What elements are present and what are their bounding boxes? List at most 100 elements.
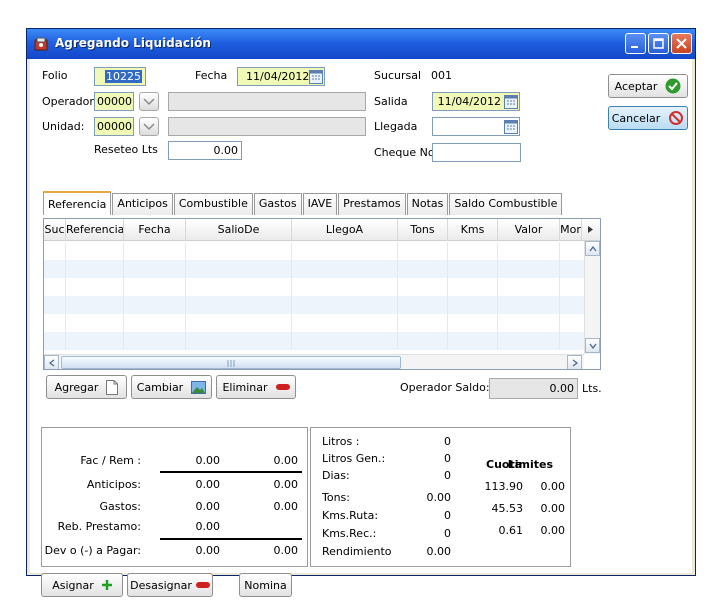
table-cell[interactable]	[186, 332, 292, 350]
column-header-referencia[interactable]: Referencia	[66, 219, 124, 241]
table-cell[interactable]	[292, 314, 398, 332]
scroll-right-button[interactable]	[567, 355, 582, 369]
column-header-valor[interactable]: Valor	[498, 219, 560, 241]
scroll-down-button[interactable]	[585, 338, 600, 353]
table-cell[interactable]	[124, 260, 186, 278]
table-cell[interactable]	[398, 296, 448, 314]
table-cell[interactable]	[124, 332, 186, 350]
table-cell[interactable]	[292, 296, 398, 314]
scroll-left-button[interactable]	[44, 355, 59, 369]
asignar-button[interactable]: Asignar	[41, 573, 123, 597]
unidad-dropdown-button[interactable]	[139, 117, 159, 136]
referencia-grid[interactable]: Suc Referencia Fecha SalioDe LlegoA Tons Kms Va…	[43, 218, 601, 370]
table-cell[interactable]	[398, 332, 448, 350]
table-cell[interactable]	[66, 260, 124, 278]
column-header-fecha[interactable]: Fecha	[124, 219, 186, 241]
agregar-button[interactable]: Agregar	[46, 375, 127, 399]
table-cell[interactable]	[66, 314, 124, 332]
operador-dropdown-button[interactable]	[139, 92, 159, 111]
table-row[interactable]	[44, 314, 584, 332]
table-cell[interactable]	[66, 278, 124, 296]
table-cell[interactable]	[292, 332, 398, 350]
table-cell[interactable]	[66, 332, 124, 350]
column-header-saliode[interactable]: SalioDe	[186, 219, 292, 241]
cheque-input[interactable]	[432, 143, 521, 162]
scroll-thumb[interactable]	[61, 356, 401, 369]
table-cell[interactable]	[44, 296, 66, 314]
cancelar-button[interactable]: Cancelar	[608, 106, 688, 130]
table-row[interactable]	[44, 296, 584, 314]
title-bar[interactable]: Agregando Liquidación	[27, 29, 695, 59]
vertical-scrollbar[interactable]	[584, 241, 600, 354]
table-cell[interactable]	[448, 260, 498, 278]
column-header-tons[interactable]: Tons	[398, 219, 448, 241]
maximize-button[interactable]	[648, 33, 669, 54]
table-cell[interactable]	[398, 260, 448, 278]
table-cell[interactable]	[124, 242, 186, 260]
table-cell[interactable]	[124, 296, 186, 314]
table-cell[interactable]	[44, 278, 66, 296]
table-cell[interactable]	[124, 314, 186, 332]
tab-anticipos[interactable]: Anticipos	[112, 193, 173, 215]
table-cell[interactable]	[498, 296, 560, 314]
tab-gastos[interactable]: Gastos	[253, 193, 302, 215]
tab-combustible[interactable]: Combustible	[173, 193, 253, 215]
table-cell[interactable]	[292, 278, 398, 296]
table-cell[interactable]	[44, 314, 66, 332]
table-cell[interactable]	[498, 242, 560, 260]
reseteo-input[interactable]: 0.00	[168, 141, 242, 160]
table-row[interactable]	[44, 260, 584, 278]
close-button[interactable]	[671, 33, 692, 54]
column-header-llegoa[interactable]: LlegoA	[292, 219, 398, 241]
cambiar-button[interactable]: Cambiar	[131, 375, 212, 399]
table-row[interactable]	[44, 278, 584, 296]
llegada-input[interactable]	[432, 117, 520, 136]
tab-notas[interactable]: Notas	[406, 193, 449, 215]
scroll-up-button[interactable]	[585, 241, 600, 256]
table-cell[interactable]	[448, 242, 498, 260]
operador-code-input[interactable]: 00000	[94, 92, 134, 111]
aceptar-button[interactable]: Aceptar	[608, 74, 688, 98]
calendar-icon[interactable]	[309, 69, 323, 84]
table-cell[interactable]	[292, 242, 398, 260]
calendar-icon[interactable]	[504, 94, 518, 109]
table-cell[interactable]	[498, 314, 560, 332]
column-header-mor[interactable]: Mor	[560, 219, 582, 241]
tab-prestamos[interactable]: Prestamos	[338, 193, 406, 215]
desasignar-button[interactable]: Desasignar	[127, 573, 213, 597]
table-cell[interactable]	[186, 296, 292, 314]
tab-saldo-combustible[interactable]: Saldo Combustible	[449, 193, 563, 215]
table-cell[interactable]	[398, 242, 448, 260]
table-cell[interactable]	[448, 296, 498, 314]
column-header-suc[interactable]: Suc	[44, 219, 66, 241]
table-cell[interactable]	[498, 278, 560, 296]
unidad-code-input[interactable]: 00000	[94, 117, 134, 136]
nomina-button[interactable]: Nomina	[239, 573, 292, 597]
table-cell[interactable]	[448, 332, 498, 350]
table-cell[interactable]	[448, 278, 498, 296]
table-cell[interactable]	[124, 278, 186, 296]
table-cell[interactable]	[398, 314, 448, 332]
tab-iave[interactable]: IAVE	[302, 193, 338, 215]
table-cell[interactable]	[44, 260, 66, 278]
table-cell[interactable]	[292, 260, 398, 278]
table-cell[interactable]	[186, 260, 292, 278]
folio-input[interactable]: 10225	[94, 67, 146, 86]
table-cell[interactable]	[66, 242, 124, 260]
table-cell[interactable]	[44, 242, 66, 260]
calendar-icon[interactable]	[504, 119, 518, 134]
table-cell[interactable]	[498, 260, 560, 278]
minimize-button[interactable]	[625, 33, 646, 54]
salida-input[interactable]: 11/04/2012	[432, 92, 520, 111]
table-cell[interactable]	[44, 332, 66, 350]
table-cell[interactable]	[66, 296, 124, 314]
horizontal-scrollbar[interactable]	[44, 354, 584, 369]
header-scroll-arrow[interactable]	[582, 219, 598, 241]
table-cell[interactable]	[498, 332, 560, 350]
table-cell[interactable]	[186, 314, 292, 332]
table-cell[interactable]	[186, 242, 292, 260]
table-cell[interactable]	[448, 314, 498, 332]
eliminar-button[interactable]: Eliminar	[216, 375, 296, 399]
table-row[interactable]	[44, 242, 584, 260]
fecha-input[interactable]: 11/04/2012	[237, 67, 325, 86]
